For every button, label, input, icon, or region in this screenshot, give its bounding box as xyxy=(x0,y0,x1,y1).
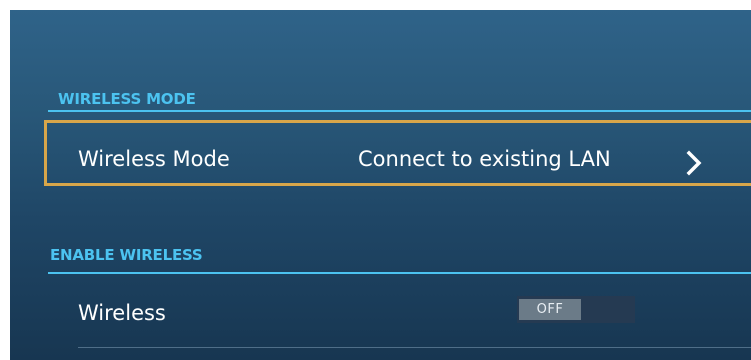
section-header-wireless-mode: WIRELESS MODE xyxy=(58,90,196,108)
chevron-right-icon[interactable] xyxy=(686,150,702,176)
wireless-mode-label: Wireless Mode xyxy=(78,147,230,171)
wireless-toggle-state: OFF xyxy=(519,299,581,320)
wireless-mode-value: Connect to existing LAN xyxy=(358,147,611,171)
wireless-label: Wireless xyxy=(78,301,166,325)
wireless-toggle[interactable]: OFF xyxy=(517,296,635,323)
section-divider-wireless-mode xyxy=(48,110,751,112)
row-divider xyxy=(78,347,751,348)
section-header-enable-wireless: ENABLE WIRELESS xyxy=(50,246,203,264)
section-divider-enable-wireless xyxy=(48,272,751,274)
settings-screen: WIRELESS MODE Wireless Mode Connect to e… xyxy=(10,10,751,360)
